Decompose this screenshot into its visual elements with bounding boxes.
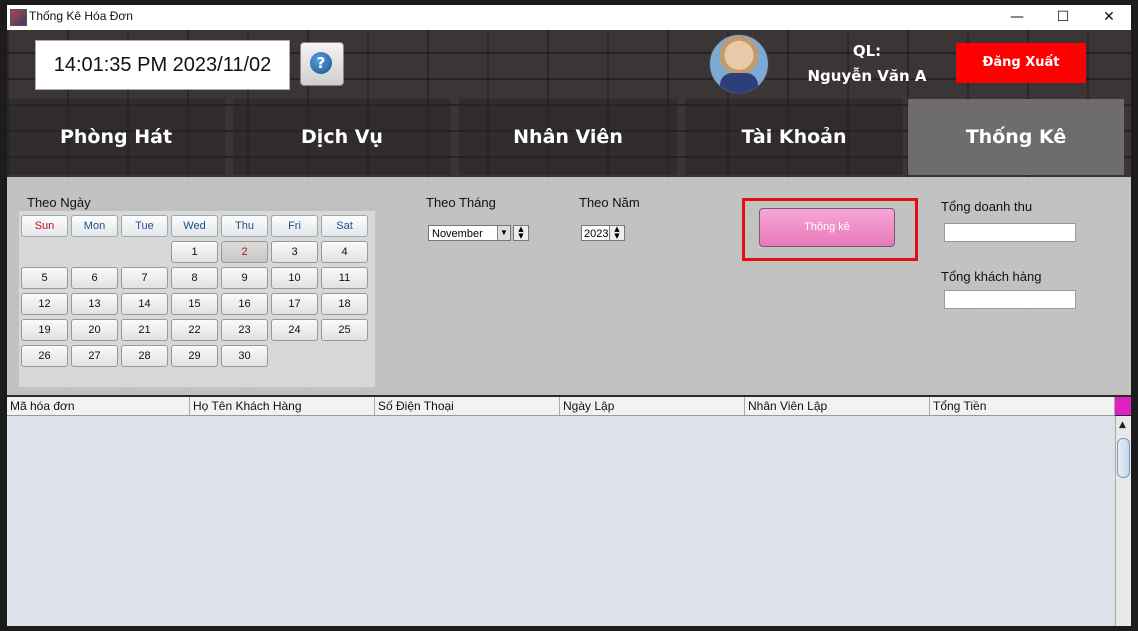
calendar-day[interactable]: 26 [21,345,68,367]
tab-dich-vu[interactable]: Dịch Vụ [233,99,451,175]
calendar-day[interactable]: 29 [171,345,218,367]
clock-display: 14:01:35 PM 2023/11/02 [35,40,290,90]
col-total[interactable]: Tổng Tiền [930,397,1115,415]
weekday-sat: Sat [321,215,368,237]
help-button[interactable]: ? [300,42,344,86]
stat-button[interactable]: Thống kê [759,208,895,247]
tab-tai-khoan[interactable]: Tài Khoản [685,99,903,175]
weekday-mon: Mon [71,215,118,237]
calendar-day[interactable]: 14 [121,293,168,315]
calendar-day[interactable]: 8 [171,267,218,289]
calendar-day[interactable]: 11 [321,267,368,289]
scroll-up-icon[interactable]: ▲ [1119,420,1126,430]
invoice-table-body[interactable] [7,416,1115,626]
calendar-day[interactable]: 13 [71,293,118,315]
weekday-wed: Wed [171,215,218,237]
calendar-day[interactable]: 4 [321,241,368,263]
total-customers-label: Tổng khách hàng [941,269,1042,284]
tab-thong-ke[interactable]: Thống Kê [908,99,1124,175]
calendar-day[interactable]: 10 [271,267,318,289]
total-customers-field[interactable] [944,290,1076,309]
col-phone[interactable]: Số Điện Thoại [375,397,560,415]
calendar-day[interactable]: 21 [121,319,168,341]
weekday-fri: Fri [271,215,318,237]
calendar-day[interactable]: 20 [71,319,118,341]
by-day-label: Theo Ngày [27,195,91,210]
window-title: Thống Kê Hóa Đơn [29,9,133,23]
table-header: Mã hóa đơn Họ Tên Khách Hàng Số Điện Tho… [7,397,1115,416]
col-customer-name[interactable]: Họ Tên Khách Hàng [190,397,375,415]
by-month-label: Theo Tháng [426,195,496,210]
calendar-day[interactable]: 17 [271,293,318,315]
help-icon: ? [310,52,332,74]
by-year-label: Theo Năm [579,195,640,210]
calendar-day[interactable]: 24 [271,319,318,341]
tab-phong-hat[interactable]: Phòng Hát [7,99,225,175]
user-avatar [709,34,769,94]
calendar-day[interactable]: 9 [221,267,268,289]
calendar-day[interactable]: 30 [221,345,268,367]
calendar-day[interactable]: 3 [271,241,318,263]
calendar-day[interactable]: 7 [121,267,168,289]
calendar-day[interactable]: 2 [221,241,268,263]
app-icon [10,9,27,26]
weekday-tue: Tue [121,215,168,237]
vertical-scrollbar[interactable]: ▲ [1115,416,1131,626]
total-revenue-label: Tổng doanh thu [941,199,1033,214]
col-employee[interactable]: Nhân Viên Lập [745,397,930,415]
total-revenue-field[interactable] [944,223,1076,242]
calendar-day[interactable]: 15 [171,293,218,315]
tab-nhan-vien[interactable]: Nhân Viên [459,99,677,175]
user-role: QL: [852,42,882,60]
calendar-day[interactable]: 1 [171,241,218,263]
calendar-day[interactable]: 5 [21,267,68,289]
month-spinner[interactable]: ▲ ▼ [513,225,529,241]
col-date[interactable]: Ngày Lập [560,397,745,415]
month-value: November [432,228,483,240]
calendar-day[interactable]: 22 [171,319,218,341]
app-window: Thống Kê Hóa Đơn — ☐ ✕ 14:01:35 PM 2023/… [7,5,1131,626]
calendar-day[interactable]: 25 [321,319,368,341]
calendar-day[interactable]: 16 [221,293,268,315]
maximize-button[interactable]: ☐ [1040,5,1086,30]
month-select[interactable]: November ▼ [428,225,511,241]
calendar-day[interactable]: 6 [71,267,118,289]
col-invoice-id[interactable]: Mã hóa đơn [7,397,190,415]
user-name: Nguyễn Văn A [807,67,927,85]
year-spinner[interactable]: ▲ ▼ [609,225,625,241]
calendar-day[interactable]: 18 [321,293,368,315]
logout-button[interactable]: Đăng Xuất [956,43,1086,83]
calendar-day[interactable]: 23 [221,319,268,341]
close-button[interactable]: ✕ [1086,5,1131,30]
title-bar: Thống Kê Hóa Đơn — ☐ ✕ [7,5,1131,30]
table-corner [1115,397,1131,415]
weekday-sun: Sun [21,215,68,237]
main-tabs: Phòng Hát Dịch Vụ Nhân Viên Tài Khoản Th… [7,99,1131,177]
minimize-button[interactable]: — [994,5,1040,30]
chevron-down-icon: ▼ [497,226,510,240]
calendar-day[interactable]: 27 [71,345,118,367]
calendar: Sun Mon Tue Wed Thu Fri Sat 1 2 3 4 5 6 7 8 9 10 11 12 13 14… [19,211,375,387]
weekday-thu: Thu [221,215,268,237]
calendar-day[interactable]: 19 [21,319,68,341]
scroll-thumb[interactable] [1117,438,1130,478]
calendar-day[interactable]: 12 [21,293,68,315]
calendar-day[interactable]: 28 [121,345,168,367]
